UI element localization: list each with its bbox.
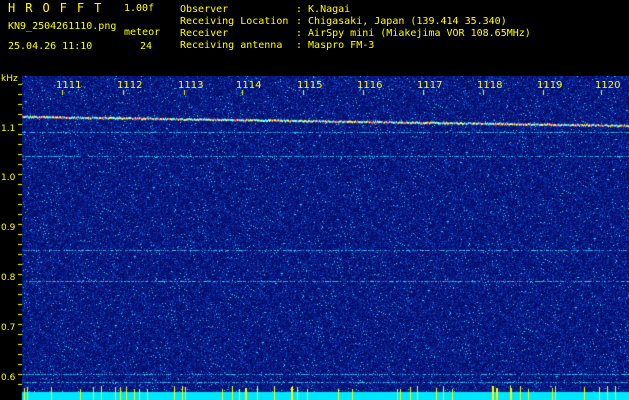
observer-label: Observer (180, 4, 229, 15)
y-tick-label: 1.1 (1, 124, 16, 134)
y-tick-label: 0.7 (1, 323, 16, 333)
x-tick-label: 1119 (537, 80, 563, 91)
location-value: : Chigasaki, Japan (139.414 35.340) (296, 16, 507, 27)
x-tick-label: 1118 (477, 80, 503, 91)
app-title: HROFFT (8, 1, 112, 15)
version-label: 1.00f (124, 3, 155, 14)
y-tick-label: 0.9 (1, 223, 16, 233)
antenna-value: : Maspro FM-3 (296, 40, 375, 51)
antenna-label: Receiving antenna (180, 40, 283, 51)
filename-label: KN9_2504261110.png (8, 21, 117, 32)
datetime-label: 25.04.26 11:10 (8, 41, 93, 52)
x-tick-label: 1117 (417, 80, 443, 91)
meteor-count: 24 (140, 41, 153, 52)
meteor-label: meteor (124, 27, 161, 38)
y-tick-label: 0.8 (1, 273, 16, 283)
header-panel: HROFFT 1.00f KN9_2504261110.png meteor 2… (0, 0, 629, 76)
observer-value: : K.Nagai (296, 4, 351, 15)
x-tick-label: 1112 (117, 80, 143, 91)
x-tick-label: 1111 (56, 80, 82, 91)
receiver-label: Receiver (180, 28, 229, 39)
y-tick-label: 0.6 (1, 373, 16, 383)
x-tick-label: 1120 (595, 80, 621, 91)
x-tick-label: 1115 (297, 80, 323, 91)
spectrogram (0, 76, 629, 400)
receiver-value: : AirSpy mini (Miakejima VOR 108.65MHz) (296, 28, 531, 39)
y-axis: 1.1 1.0 0.9 0.8 0.7 0.6 (0, 76, 22, 400)
x-tick-label: 1113 (178, 80, 204, 91)
location-label: Receiving Location (180, 16, 289, 27)
y-tick-label: 1.0 (1, 173, 16, 183)
x-tick-label: 1114 (236, 80, 262, 91)
x-tick-label: 1116 (357, 80, 383, 91)
